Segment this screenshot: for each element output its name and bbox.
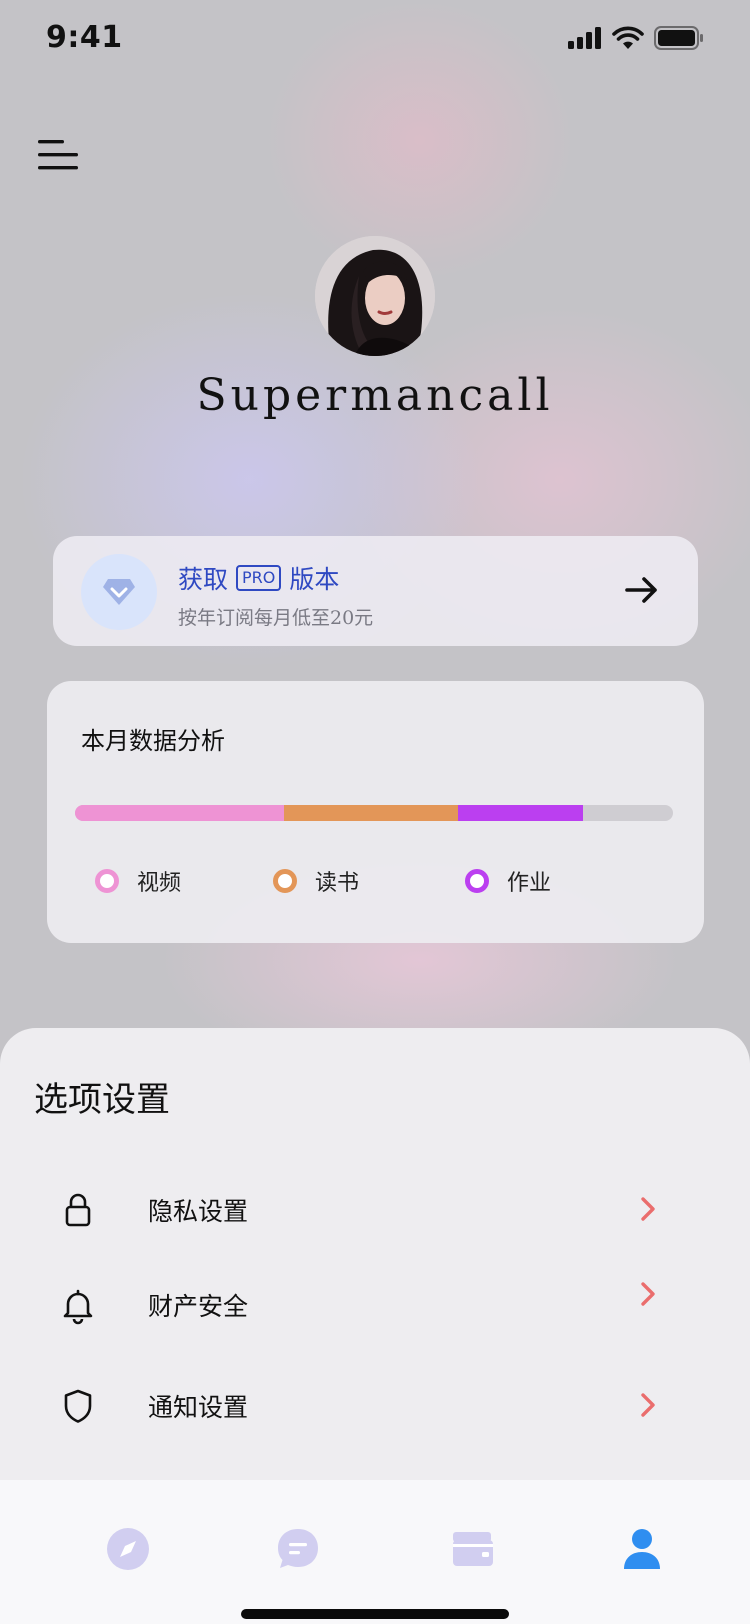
bell-icon <box>63 1289 93 1325</box>
usage-progress-bar <box>75 805 673 821</box>
home-indicator <box>241 1609 509 1619</box>
pro-badge: PRO <box>236 565 282 591</box>
setting-label: 通知设置 <box>148 1393 249 1422</box>
pro-title-prefix: 获取 <box>178 565 229 594</box>
cellular-signal-icon <box>568 27 601 49</box>
legend-dot <box>465 869 489 893</box>
pro-upgrade-card[interactable]: 获取 PRO 版本 按年订阅每月低至20元 <box>53 536 698 646</box>
settings-title: 选项设置 <box>34 1080 170 1120</box>
legend-label: 视频 <box>137 871 182 896</box>
status-time: 9:41 <box>46 20 123 55</box>
pro-icon-circle <box>81 554 157 630</box>
arrow-right-icon[interactable] <box>624 572 660 608</box>
legend-label: 作业 <box>507 871 552 896</box>
battery-icon <box>654 26 703 50</box>
setting-label: 隐私设置 <box>148 1197 249 1226</box>
setting-row-privacy[interactable]: 隐私设置 <box>0 1170 750 1250</box>
tab-messages-icon[interactable] <box>273 1524 323 1574</box>
legend-item-video: 视频 <box>95 865 181 897</box>
pro-title: 获取 PRO 版本 <box>178 560 339 596</box>
lock-icon <box>65 1193 91 1227</box>
tab-profile-user-icon[interactable] <box>617 1524 667 1574</box>
setting-row-property-security[interactable]: 财产安全 <box>0 1265 750 1345</box>
tab-bar <box>0 1480 750 1624</box>
monthly-analysis-card: 本月数据分析 视频 读书 作业 <box>47 681 704 943</box>
status-icons <box>568 26 704 50</box>
progress-segment-homework <box>457 805 584 821</box>
legend-item-reading: 读书 <box>273 865 359 897</box>
chevron-right-icon <box>641 1282 655 1306</box>
settings-sheet: 选项设置 隐私设置 财产安全 通知设置 <box>0 1028 750 1528</box>
chevron-right-icon <box>641 1197 655 1221</box>
diamond-icon <box>103 579 135 605</box>
tab-discover-compass-icon[interactable] <box>103 1524 153 1574</box>
legend-dot <box>95 869 119 893</box>
shield-icon <box>64 1389 92 1423</box>
legend-label: 读书 <box>315 871 360 896</box>
username: Supermancall <box>196 370 554 421</box>
pro-title-suffix: 版本 <box>289 565 340 594</box>
progress-segment-video <box>75 805 285 821</box>
pro-subtitle: 按年订阅每月低至20元 <box>178 607 374 629</box>
progress-segment-reading <box>284 805 458 821</box>
menu-icon[interactable] <box>38 138 82 172</box>
tab-wallet-icon[interactable] <box>448 1524 498 1574</box>
avatar-portrait-image <box>315 236 435 356</box>
legend-item-homework: 作业 <box>465 865 551 897</box>
setting-label: 财产安全 <box>148 1292 249 1321</box>
analysis-title: 本月数据分析 <box>81 727 225 755</box>
avatar[interactable] <box>315 236 435 356</box>
chevron-right-icon <box>641 1393 655 1417</box>
setting-row-notifications[interactable]: 通知设置 <box>0 1366 750 1446</box>
legend-dot <box>273 869 297 893</box>
wifi-icon <box>612 26 644 49</box>
